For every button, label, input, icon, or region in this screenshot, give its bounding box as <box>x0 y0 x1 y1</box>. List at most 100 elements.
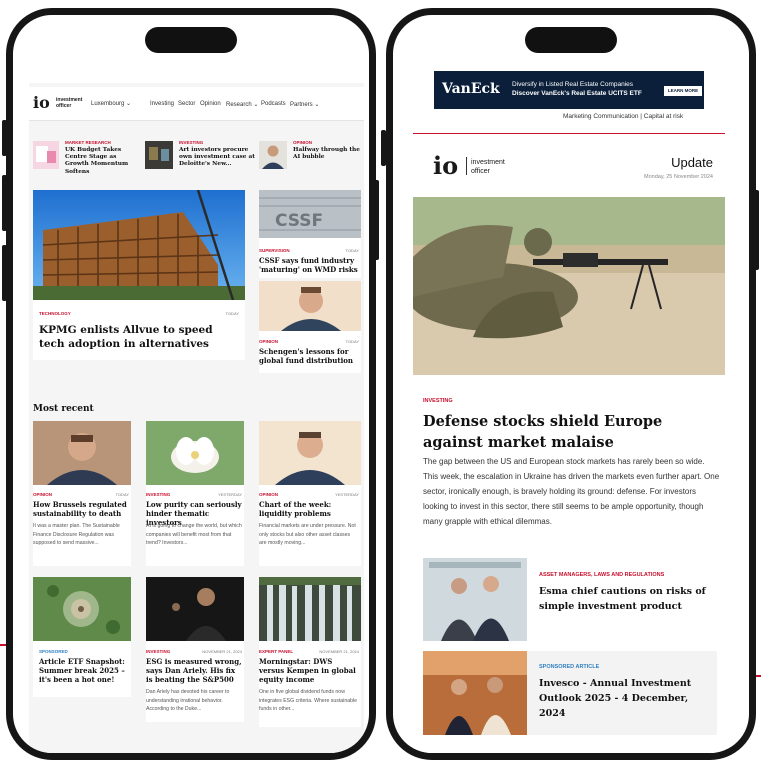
article-tag: INVESTING <box>179 140 204 145</box>
phone-notch <box>145 27 237 53</box>
nav-research[interactable]: Research ⌄ <box>226 101 258 108</box>
learn-more-button[interactable]: LEARN MORE <box>664 86 702 96</box>
article-tag: OPINION <box>259 492 279 497</box>
article-title: UK Budget Takes Centre Stage as Growth M… <box>65 147 129 175</box>
article-excerpt: It was a master plan. The Sustainable Fi… <box>33 523 120 546</box>
feature-card[interactable]: TECHNOLOGY TODAY KPMG enlists Allvue to … <box>33 190 245 360</box>
article-tag: OPINION <box>259 339 279 344</box>
banner-line1: Diversify in Listed Real Estate Companie… <box>512 81 634 88</box>
side-card[interactable]: CSSF SUPERVISION TODAY CSSF says fund in… <box>259 190 361 278</box>
article-excerpt: One in five global dividend funds now in… <box>259 689 358 712</box>
article-thumbnail <box>33 421 131 485</box>
article-thumbnail <box>259 421 361 485</box>
article-tag: INVESTING <box>146 492 171 497</box>
chevron-down-icon: ⌄ <box>253 102 259 108</box>
phone-newsletter: VanEck Diversify in Listed Real Estate C… <box>386 8 756 760</box>
region-label: Luxembourg <box>91 101 125 107</box>
recent-card[interactable]: OPINION TODAY How Brussels regulated sus… <box>33 421 131 566</box>
article-thumbnail <box>33 141 59 169</box>
vaneck-ad-banner[interactable]: VanEck Diversify in Listed Real Estate C… <box>434 71 704 109</box>
article-thumbnail <box>33 577 131 641</box>
article-title: Article ETF Snapshot: Summer break 2025 … <box>39 657 125 684</box>
chevron-down-icon: ⌄ <box>314 102 320 108</box>
side-card[interactable]: OPINION TODAY Schengen's lessons for glo… <box>259 281 361 373</box>
article-thumbnail <box>146 421 244 485</box>
nav-sector[interactable]: Sector <box>178 101 195 107</box>
recent-card[interactable]: OPINION YESTERDAY Chart of the week: liq… <box>259 421 361 566</box>
article-thumbnail <box>423 651 527 735</box>
lead-title: Defense stocks shield Europe against mar… <box>423 413 663 451</box>
nav-opinion[interactable]: Opinion <box>200 101 221 107</box>
article-date: YESTERDAY <box>335 492 359 497</box>
header-divider <box>413 133 725 134</box>
update-title: Update <box>671 155 713 170</box>
article-title: Invesco - Annual Investment Outlook 2025… <box>539 678 692 719</box>
phone-notch <box>525 27 617 53</box>
article-tag: ASSET MANAGERS, LAWS AND REGULATIONS <box>539 572 665 578</box>
nav-podcasts[interactable]: Podcasts <box>261 101 286 107</box>
recent-card[interactable]: INVESTING YESTERDAY Low purity can serio… <box>146 421 244 566</box>
banner-footer: Marketing Communication | Capital at ris… <box>563 113 684 120</box>
article-tag: INVESTING <box>146 649 171 654</box>
lead-image <box>413 197 725 375</box>
article-date: TODAY <box>115 492 129 497</box>
newsletter-screen: VanEck Diversify in Listed Real Estate C… <box>413 63 725 753</box>
article-thumbnail <box>145 141 173 169</box>
article-title: ESG is measured wrong, says Dan Ariely. … <box>146 657 242 684</box>
feature-image <box>33 190 245 300</box>
article-title: Art investors procure own investment cas… <box>179 147 255 168</box>
article-thumbnail <box>146 577 244 641</box>
phone-website: io investment officer Luxembourg ⌄ Inves… <box>6 8 376 760</box>
article-tag: TECHNOLOGY <box>39 311 71 316</box>
region-selector[interactable]: Luxembourg ⌄ <box>91 100 131 107</box>
nav-partners[interactable]: Partners ⌄ <box>290 101 319 108</box>
article-thumbnail <box>423 558 527 641</box>
article-title: Morningstar: DWS versus Kempen in global… <box>259 657 356 684</box>
article-tag: OPINION <box>33 492 53 497</box>
banner-line2: Discover VanEck's Real Estate UCITS ETF <box>512 90 642 97</box>
bottom-card[interactable]: INVESTING NOVEMBER 21, 2024 ESG is measu… <box>146 577 244 722</box>
article-thumbnail <box>259 577 361 641</box>
banner-logo: VanEck <box>442 81 500 97</box>
feature-title: KPMG enlists Allvue to speed tech adopti… <box>39 324 213 350</box>
article-tag: SUPERVISION <box>259 248 290 253</box>
article-title: Esma chief cautions on risks of simple i… <box>539 586 706 612</box>
article-tag: MARKET RESEARCH <box>65 140 111 145</box>
article-title: Schengen's lessons for global fund distr… <box>259 347 353 365</box>
logo-mark: io <box>433 151 459 180</box>
article-tag: EXPERT PANEL <box>259 649 294 654</box>
logo-line2: officer <box>471 168 490 175</box>
article-date: NOVEMBER 21, 2024 <box>319 649 359 654</box>
article-excerpt: Dan Ariely has devoted his career to und… <box>146 689 230 712</box>
article-tag: OPINION <box>293 140 313 145</box>
thumbnail-sign-text: CSSF <box>275 211 323 231</box>
nav-research-label: Research <box>226 102 252 108</box>
article-tag: SPONSORED ARTICLE <box>539 664 600 670</box>
article-excerpt: Financial markets are under pressure. No… <box>259 523 356 546</box>
nav-investing[interactable]: Investing <box>150 101 174 107</box>
logo-line2: officer <box>56 103 72 109</box>
chevron-down-icon: ⌄ <box>126 101 132 107</box>
article-tag: SPONSORED <box>39 649 68 654</box>
newsletter-item-sponsored[interactable]: SPONSORED ARTICLE Invesco - Annual Inves… <box>423 651 717 735</box>
nav-partners-label: Partners <box>290 102 313 108</box>
most-recent-heading: Most recent <box>33 404 94 414</box>
article-thumbnail <box>259 281 361 331</box>
logo-separator <box>466 157 467 175</box>
article-title: Halfway through the AI bubble <box>293 147 360 161</box>
article-date: TODAY <box>345 339 359 344</box>
logo-mark: io <box>33 93 50 112</box>
website-screen: io investment officer Luxembourg ⌄ Inves… <box>29 83 364 753</box>
article-date: YESTERDAY <box>218 492 242 497</box>
article-date: NOVEMBER 21, 2024 <box>202 649 242 654</box>
article-title: CSSF says fund industry 'maturing' on WM… <box>259 256 358 274</box>
bottom-card-sponsored[interactable]: SPONSORED Article ETF Snapshot: Summer b… <box>33 577 131 697</box>
article-date: TODAY <box>345 248 359 253</box>
logo-line1: investment <box>471 159 505 166</box>
article-date: TODAY <box>225 311 239 316</box>
site-navbar: io investment officer Luxembourg ⌄ Inves… <box>29 87 364 121</box>
article-title: Chart of the week: liquidity problems <box>259 500 332 518</box>
article-excerpt: AI is going to change the world, but whi… <box>146 523 242 546</box>
article-thumbnail: CSSF <box>259 190 361 238</box>
bottom-card[interactable]: EXPERT PANEL NOVEMBER 21, 2024 Morningst… <box>259 577 361 727</box>
